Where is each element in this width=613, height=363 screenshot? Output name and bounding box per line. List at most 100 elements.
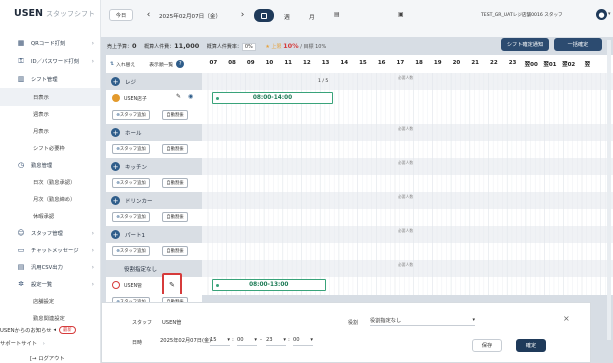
sidebar-item[interactable]: 休暇承認: [0, 207, 100, 225]
chevron-down-icon: ▾: [254, 337, 257, 343]
auto-assign-button[interactable]: 自動割振: [162, 110, 188, 120]
department-header: 役割指定なし: [106, 260, 202, 277]
day-view-icon: [261, 12, 267, 19]
sidebar-item[interactable]: ▦ QRコード打刻 ›: [0, 34, 100, 52]
sales-value: 0: [132, 42, 137, 50]
sidebar-item[interactable]: 店舗設定: [0, 292, 100, 310]
hour-label: 14: [340, 60, 349, 66]
staff-add-row: ⊕ スタッフ追加 自動割振: [106, 209, 202, 226]
start-minute-value: 00: [237, 337, 244, 343]
shift-time: 08:00-13:00: [249, 282, 289, 288]
user-name: TEST_GR_UATレジ店舗0016 スタッフ: [481, 13, 563, 18]
schedule-grid: 07 08 09 10 11 12 13 14 15 16 17 18 19 20 21 22 23 翌00 翌01…: [202, 55, 613, 295]
sidebar-item[interactable]: ☺ スタッフ管理 ›: [0, 224, 100, 242]
user-avatar[interactable]: ●: [596, 9, 607, 20]
add-circle-icon[interactable]: +: [111, 162, 120, 171]
shift-bar-staff2[interactable]: 08:00-13:00: [211, 279, 326, 291]
add-staff-button[interactable]: ⊕ スタッフ追加: [112, 212, 150, 222]
megaphone-icon: ◂: [53, 327, 57, 333]
print-icon[interactable]: ▤: [334, 11, 340, 18]
message-icon[interactable]: ▣: [398, 11, 404, 18]
needed-count-label: 必要人数: [398, 126, 414, 131]
sidebar-item-label: シフト必要枠: [33, 146, 65, 152]
shift-confirm-notice-button[interactable]: シフト確定通知: [501, 38, 549, 51]
role-select-value: 役割指定なし: [370, 317, 402, 324]
sidebar-item[interactable]: ▭ チャットメッセージ ›: [0, 241, 100, 259]
add-circle-icon[interactable]: +: [111, 128, 120, 137]
end-minute-select[interactable]: 00 ▾: [293, 335, 313, 346]
view-month-button[interactable]: 月: [309, 12, 315, 21]
role-select[interactable]: 役割指定なし ▾: [370, 315, 475, 326]
sidebar-item[interactable]: ⚿ ID／パスワード打刻 ›: [0, 52, 100, 70]
auto-assign-button[interactable]: 自動割振: [162, 178, 188, 188]
sidebar-item[interactable]: ▤ 汎用CSV出力 ›: [0, 258, 100, 276]
sidebar-item[interactable]: 月表示: [0, 122, 100, 140]
budget-summary: 売上予算：0 概算人件費：11,000 概算人件費率： 0% ★ 上限 10% /…: [107, 42, 326, 51]
chevron-down-icon: ▾: [472, 317, 475, 323]
sidebar-item[interactable]: 日次（勤怠承認）: [0, 173, 100, 191]
add-circle-icon[interactable]: +: [111, 77, 120, 86]
app-logo[interactable]: USEN スタッフシフト: [14, 8, 95, 19]
pencil-icon[interactable]: ✎: [176, 93, 181, 100]
staff-avatar-icon: [112, 94, 120, 102]
chevron-down-icon[interactable]: ▾: [608, 11, 611, 17]
hour-label: 12: [303, 60, 311, 66]
prev-day-icon[interactable]: ‹: [141, 9, 156, 21]
shift-bar-staff1[interactable]: 08:00-14:00: [211, 92, 334, 104]
department-header: + レジ: [106, 73, 202, 90]
sort-icon[interactable]: ⇅: [110, 62, 114, 67]
labor-label: 概算人件費：: [144, 44, 175, 50]
support-link[interactable]: サポートサイト ›: [0, 339, 45, 347]
add-circle-icon[interactable]: +: [111, 196, 120, 205]
chevron-right-icon: ›: [91, 246, 94, 254]
sidebar-item[interactable]: 勤怠関連設定: [0, 309, 100, 327]
sidebar-item-label: 汎用CSV出力: [31, 265, 63, 271]
today-button[interactable]: 今日: [109, 9, 133, 21]
eye-icon[interactable]: ◉: [188, 93, 193, 100]
auto-assign-button[interactable]: 自動割振: [162, 246, 188, 256]
sidebar-item[interactable]: 月次（勤怠締め）: [0, 190, 100, 208]
sidebar-item[interactable]: ◷ 勤怠管理: [0, 156, 100, 174]
save-button[interactable]: 保存: [472, 339, 502, 352]
sidebar-item[interactable]: ▥ シフト管理: [0, 70, 100, 88]
sort-label[interactable]: 入れ替え: [116, 61, 135, 68]
add-staff-button[interactable]: ⊕ スタッフ追加: [112, 246, 150, 256]
confirm-button[interactable]: 確定: [516, 339, 546, 352]
chevron-right-icon: ›: [91, 39, 94, 47]
auto-assign-button[interactable]: 自動割振: [162, 144, 188, 154]
view-week-button[interactable]: 週: [284, 12, 290, 21]
bulk-confirm-button[interactable]: 一括確定: [554, 38, 602, 51]
add-staff-button[interactable]: ⊕ スタッフ追加: [112, 110, 150, 120]
staff-value: USEN管: [162, 320, 182, 326]
edit-button-highlighted[interactable]: ✎: [162, 273, 182, 296]
hour-label: 22: [490, 60, 498, 66]
start-minute-select[interactable]: 00 ▾: [237, 335, 257, 346]
sidebar-item[interactable]: 週表示: [0, 105, 100, 123]
sidebar-item-label: 休暇承認: [33, 214, 55, 220]
next-day-icon[interactable]: ›: [235, 9, 250, 21]
add-staff-button[interactable]: ⊕ スタッフ追加: [112, 178, 150, 188]
view-day-button[interactable]: [254, 9, 274, 22]
logout-button[interactable]: [→ ログアウト: [30, 354, 65, 362]
hour-label: 10: [265, 60, 274, 66]
end-hour-select[interactable]: 23 ▾: [266, 335, 286, 346]
department-name: 役割指定なし: [124, 266, 158, 273]
sidebar-item[interactable]: シフト必要枠: [0, 139, 100, 157]
add-circle-icon[interactable]: +: [111, 230, 120, 239]
chevron-right-icon: ›: [91, 229, 94, 237]
start-hour-select[interactable]: 15 ▾: [210, 335, 230, 346]
date-value[interactable]: 2025年02月07日(金): [160, 335, 211, 346]
close-icon[interactable]: ×: [563, 314, 570, 323]
add-staff-button[interactable]: ⊕ スタッフ追加: [112, 144, 150, 154]
auto-assign-button[interactable]: 自動割振: [162, 212, 188, 222]
rate-limit-prefix: ★ 上限: [265, 44, 282, 50]
notice-link[interactable]: USENからのお知らせ ◂ 最新: [0, 326, 76, 334]
help-icon[interactable]: ?: [176, 60, 185, 68]
vertical-scrollbar[interactable]: [607, 40, 611, 340]
sidebar-item[interactable]: ✲ 設定一覧 ›: [0, 275, 100, 293]
key-icon: ⚿: [18, 56, 24, 65]
staff-order-label[interactable]: 表示順一覧: [149, 61, 173, 68]
time-range-dash: -: [260, 337, 262, 343]
chevron-right-icon: ›: [42, 341, 45, 347]
sidebar-item[interactable]: 日表示: [0, 88, 100, 106]
